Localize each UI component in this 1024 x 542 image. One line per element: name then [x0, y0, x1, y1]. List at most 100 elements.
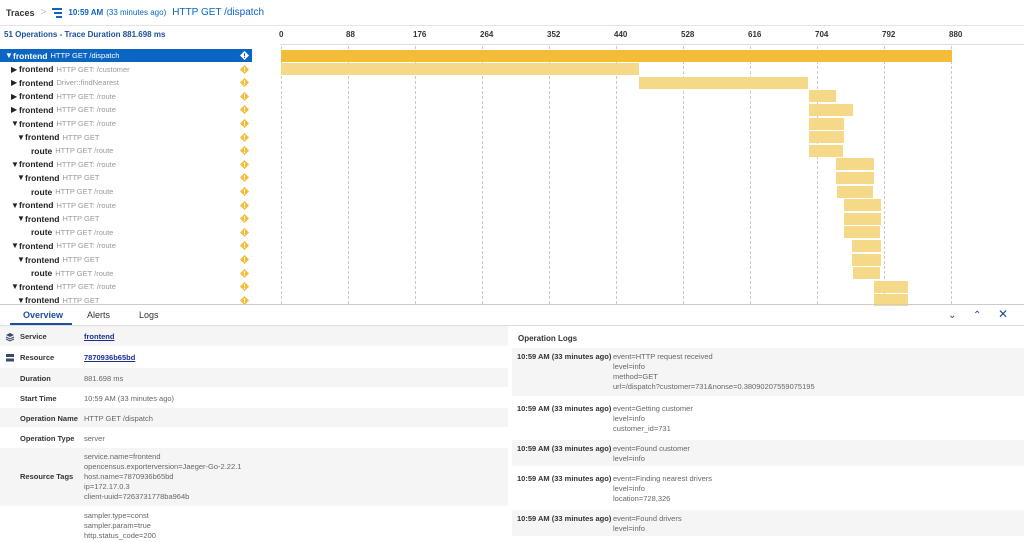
expand-toggle-icon[interactable]: ▼ [17, 214, 25, 223]
span-bar[interactable] [836, 158, 875, 171]
detail-row: Start Time 10:59 AM (33 minutes ago) [0, 388, 508, 407]
log-badge-icon[interactable] [240, 146, 249, 156]
span-operation: HTTP GET /route [55, 227, 114, 237]
span-operation: HTTP GET [62, 132, 100, 142]
span-bar[interactable] [808, 103, 853, 116]
gridline [549, 46, 550, 304]
close-icon[interactable]: ✕ [998, 307, 1008, 321]
gridline [482, 46, 483, 304]
span-bar[interactable] [836, 171, 875, 184]
log-fields: event=Getting customer level=info customer… [613, 404, 693, 433]
span-row[interactable]: ▼ frontend HTTP GET: /route [0, 280, 252, 293]
expand-toggle-icon[interactable]: ▼ [11, 160, 19, 169]
expand-toggle-icon[interactable]: ▶ [11, 65, 19, 74]
detail-tags: service.name=frontend opencensus.exporter… [84, 452, 242, 501]
log-badge-icon[interactable] [240, 268, 249, 278]
expand-toggle-icon[interactable]: ▼ [11, 201, 19, 210]
expand-toggle-icon[interactable]: ▶ [11, 92, 19, 101]
expand-toggle-icon[interactable]: ▼ [11, 282, 19, 291]
span-bar[interactable] [281, 63, 639, 76]
log-badge-icon[interactable] [240, 173, 249, 183]
span-row[interactable]: ▼ frontend HTTP GET [0, 131, 252, 144]
expand-toggle-icon[interactable]: ▼ [17, 173, 25, 182]
span-bar[interactable] [843, 212, 881, 225]
span-row[interactable]: route HTTP GET /route [0, 267, 252, 280]
span-row[interactable]: ▶ frontend HTTP GET: /customer [0, 63, 252, 76]
span-operation: HTTP GET [62, 255, 100, 264]
span-bar[interactable] [852, 267, 881, 280]
span-row[interactable]: ▼ frontend HTTP GET: /route [0, 199, 252, 212]
span-row[interactable]: ▶ frontend HTTP GET: /route [0, 90, 252, 103]
expand-toggle-icon[interactable]: ▼ [5, 51, 13, 60]
log-timestamp: 10:59 AM (33 minutes ago) [517, 352, 612, 361]
expand-toggle-icon[interactable]: ▼ [17, 133, 25, 142]
detail-link[interactable]: frontend [84, 332, 114, 342]
span-bar[interactable] [874, 280, 908, 293]
span-row[interactable]: ▶ frontend HTTP GET: /route [0, 103, 252, 116]
span-bar[interactable] [281, 49, 953, 62]
span-row[interactable]: ▼ frontend HTTP GET: /route [0, 239, 252, 252]
log-badge-icon[interactable] [240, 282, 249, 292]
expand-toggle-icon[interactable]: ▼ [11, 119, 19, 128]
span-row[interactable]: route HTTP GET /route [0, 226, 252, 239]
log-badge-icon[interactable] [240, 78, 249, 88]
log-fields: event=HTTP request received level=info met… [613, 352, 815, 391]
log-badge-icon[interactable] [240, 64, 249, 74]
tab-logs[interactable]: Logs [139, 310, 159, 320]
log-badge-icon[interactable] [240, 241, 249, 251]
log-timestamp: 10:59 AM (33 minutes ago) [517, 404, 612, 413]
expand-toggle-icon[interactable]: ▼ [11, 241, 19, 250]
detail-link[interactable]: 7870936b65bd [84, 353, 135, 363]
span-bar[interactable] [808, 131, 844, 144]
span-operation: HTTP GET /route [55, 268, 114, 278]
span-row[interactable]: ▼ frontend HTTP GET [0, 212, 252, 225]
span-bar[interactable] [852, 239, 881, 252]
log-entry: 10:59 AM (33 minutes ago) event=HTTP requ… [512, 348, 1024, 396]
span-bar[interactable] [844, 226, 881, 239]
breadcrumb-traces-link[interactable]: Traces [6, 8, 35, 18]
log-badge-icon[interactable] [240, 187, 249, 196]
log-badge-icon[interactable] [240, 159, 249, 169]
expand-toggle-icon[interactable]: ▼ [17, 255, 25, 264]
span-operation: HTTP GET: /route [56, 119, 116, 128]
span-row[interactable]: route HTTP GET /route [0, 185, 252, 198]
span-service: frontend [25, 172, 60, 183]
gridline [616, 46, 617, 304]
span-bar[interactable] [808, 117, 844, 130]
log-badge-icon[interactable] [240, 200, 249, 210]
span-service: route [31, 268, 53, 279]
log-badge-icon[interactable] [240, 91, 249, 101]
chevron-up-icon[interactable]: ⌃ [973, 310, 981, 321]
span-bar[interactable] [638, 76, 808, 89]
log-badge-icon[interactable] [240, 227, 249, 237]
span-bar[interactable] [852, 253, 881, 266]
span-bar[interactable] [808, 90, 837, 103]
span-row[interactable]: ▶ frontend Driver::findNearest [0, 76, 252, 89]
tab-overview[interactable]: Overview [23, 310, 63, 320]
log-badge-icon[interactable] [240, 105, 249, 115]
log-badge-icon[interactable] [240, 255, 249, 264]
log-badge-icon[interactable] [240, 51, 249, 60]
span-bar[interactable] [809, 144, 843, 157]
chevron-down-icon[interactable]: ⌄ [948, 310, 956, 321]
log-badge-icon[interactable] [240, 119, 249, 128]
span-service: frontend [19, 77, 54, 88]
detail-label: Operation Type [20, 434, 75, 443]
span-row[interactable]: route HTTP GET /route [0, 144, 252, 157]
span-operation: HTTP GET [62, 173, 100, 183]
span-row[interactable]: ▼ frontend HTTP GET: /route [0, 158, 252, 171]
span-row[interactable]: ▼ frontend HTTP GET [0, 253, 252, 266]
expand-toggle-icon[interactable]: ▶ [11, 105, 19, 114]
span-row[interactable]: ▼ frontend HTTP GET /dispatch [0, 49, 252, 62]
detail-label: Operation Name [20, 414, 78, 423]
span-bar[interactable] [836, 185, 874, 198]
log-badge-icon[interactable] [240, 132, 249, 142]
expand-toggle-icon[interactable]: ▶ [11, 78, 19, 87]
span-row[interactable]: ▼ frontend HTTP GET: /route [0, 117, 252, 130]
log-badge-icon[interactable] [240, 214, 249, 224]
tab-alerts[interactable]: Alerts [87, 310, 110, 320]
span-bar[interactable] [843, 199, 881, 212]
span-operation: HTTP GET: /route [56, 105, 116, 115]
log-timestamp: 10:59 AM (33 minutes ago) [517, 474, 612, 483]
span-row[interactable]: ▼ frontend HTTP GET [0, 171, 252, 184]
